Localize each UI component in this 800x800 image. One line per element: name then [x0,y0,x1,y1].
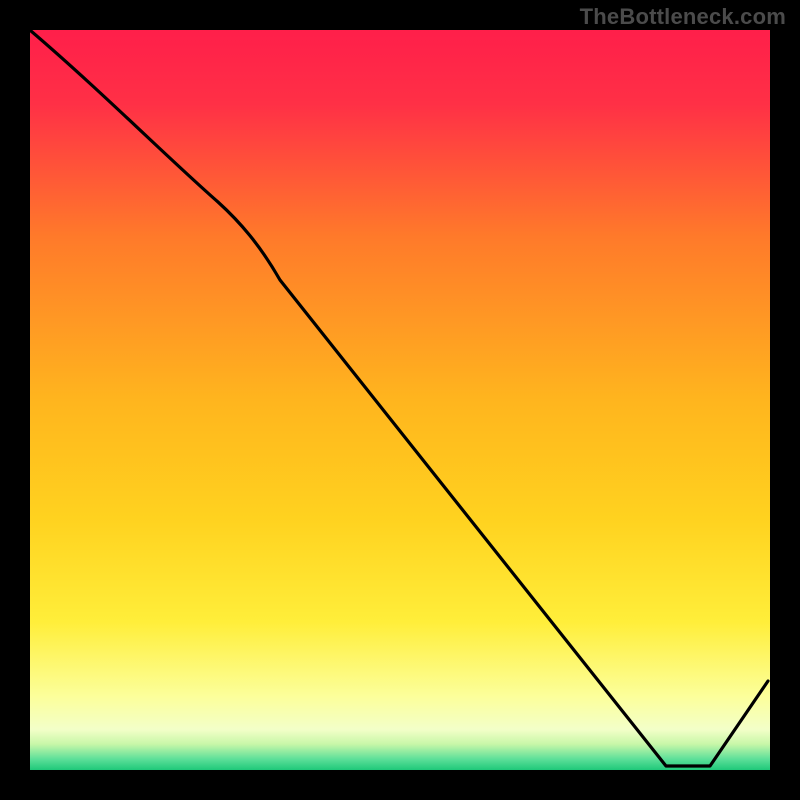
plot-area [30,30,770,770]
watermark-text: TheBottleneck.com [580,4,786,30]
chart-stage: TheBottleneck.com [0,0,800,800]
chart-svg [30,30,770,770]
gradient-background [30,30,770,770]
